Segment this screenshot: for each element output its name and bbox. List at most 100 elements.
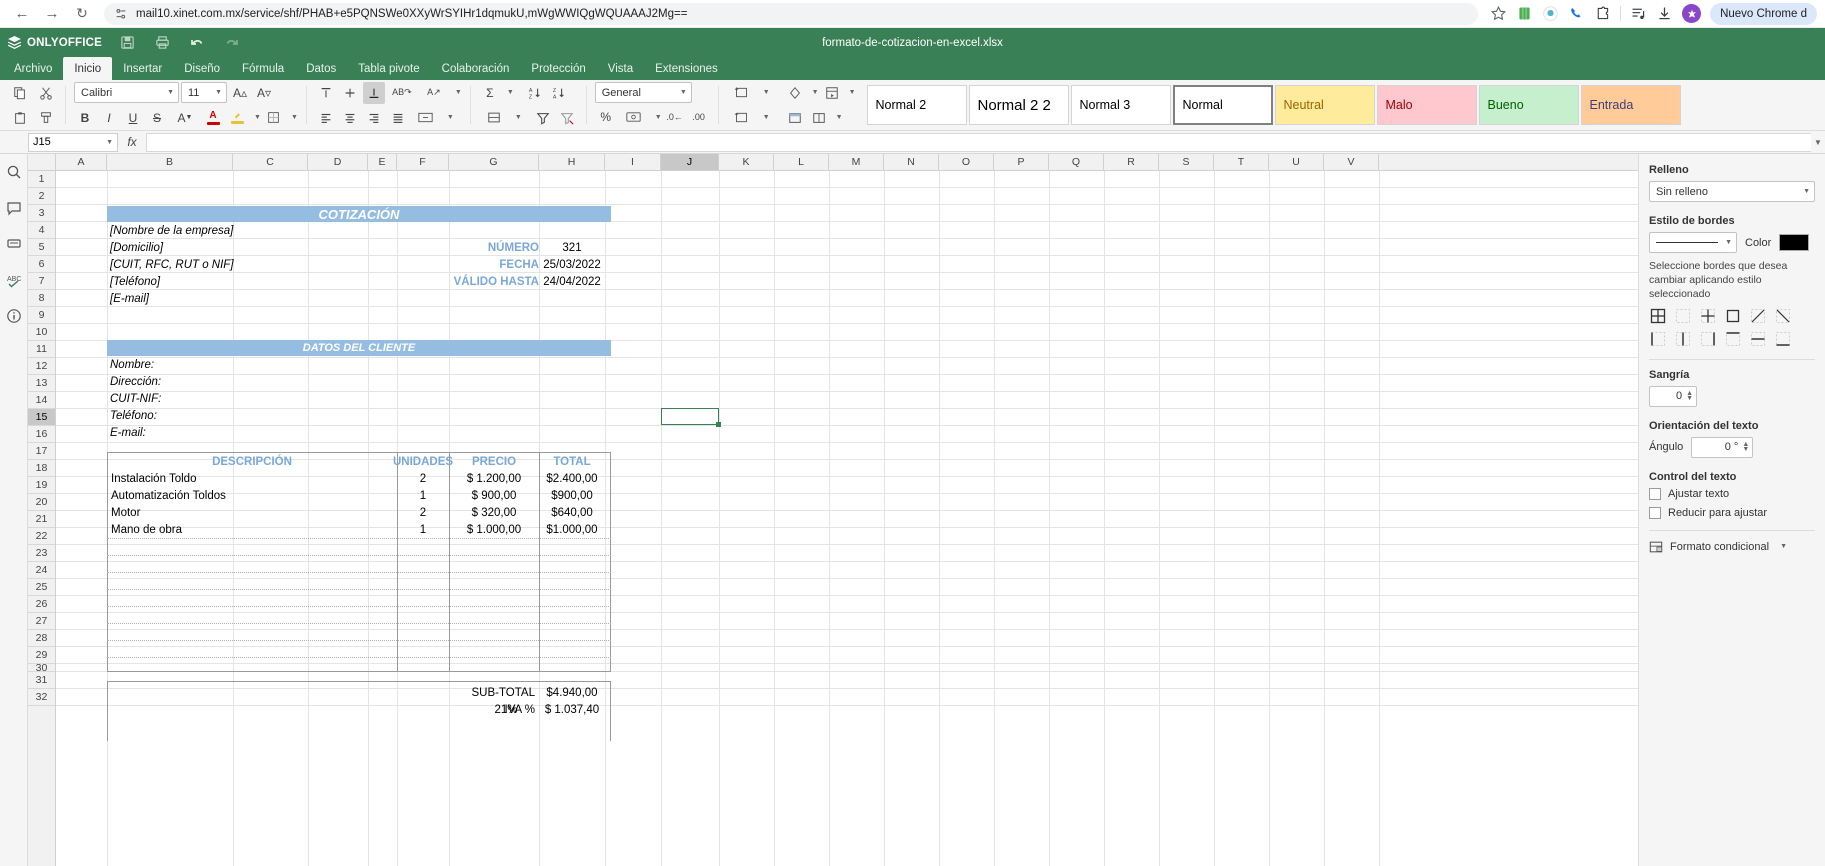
- indent-stepper[interactable]: 0 ▲ ▼: [1649, 385, 1697, 407]
- search-icon[interactable]: [4, 162, 24, 182]
- border-inner-vertical-icon[interactable]: [1674, 331, 1691, 348]
- row-header-23[interactable]: 23: [28, 545, 55, 562]
- wrap-text-row[interactable]: Ajustar texto: [1649, 487, 1815, 500]
- align-bottom-icon[interactable]: [362, 81, 385, 104]
- merge-cells-icon[interactable]: [411, 107, 441, 129]
- item-unidades[interactable]: 2: [397, 470, 449, 487]
- chevron-down-icon[interactable]: ▼: [455, 89, 462, 96]
- row-header-1[interactable]: 1: [28, 171, 55, 188]
- row-header-7[interactable]: 7: [28, 273, 55, 290]
- company-name-cell[interactable]: [Nombre de la empresa]: [110, 223, 310, 239]
- col-header-D[interactable]: D: [308, 154, 368, 170]
- increase-decimal-icon[interactable]: .00: [688, 106, 710, 128]
- active-cell-selection[interactable]: [661, 408, 721, 427]
- client-field-cuit-nif[interactable]: CUIT-NIF:: [110, 391, 310, 407]
- phone-icon[interactable]: [1568, 5, 1585, 22]
- meta-value-fecha[interactable]: 25/03/2022: [539, 257, 605, 273]
- style-malo[interactable]: Malo: [1376, 85, 1477, 125]
- item-total[interactable]: $640,00: [539, 504, 605, 521]
- align-left-icon[interactable]: [315, 107, 337, 129]
- chevron-down-icon[interactable]: ▼: [447, 114, 454, 121]
- style-normal-2-2[interactable]: Normal 2 2: [968, 85, 1069, 125]
- app-logo[interactable]: ONLYOFFICE: [7, 35, 111, 50]
- items-header-unidades[interactable]: UNIDADES: [393, 453, 453, 470]
- redo-icon[interactable]: [216, 30, 248, 56]
- forward-arrow-icon[interactable]: →: [38, 2, 66, 26]
- meta-label-fecha[interactable]: FECHA: [456, 257, 539, 273]
- row-header-11[interactable]: 11: [28, 341, 55, 358]
- item-unidades[interactable]: 2: [397, 504, 449, 521]
- row-header-21[interactable]: 21: [28, 511, 55, 528]
- tab-datos[interactable]: Datos: [295, 57, 347, 80]
- row-header-4[interactable]: 4: [28, 222, 55, 239]
- cells-canvas[interactable]: COTIZACIÓN [Nombre de la empresa] [Domic…: [56, 171, 1638, 866]
- bold-icon[interactable]: B: [74, 107, 96, 129]
- items-header-total[interactable]: TOTAL: [539, 453, 605, 470]
- chevron-down-icon[interactable]: ▼: [291, 114, 298, 121]
- row-header-24[interactable]: 24: [28, 562, 55, 579]
- font-family-select[interactable]: Calibri ▼: [74, 82, 179, 103]
- shrink-text-row[interactable]: Reducir para ajustar: [1649, 506, 1815, 519]
- back-arrow-icon[interactable]: ←: [8, 2, 36, 26]
- star-icon[interactable]: [1490, 5, 1507, 22]
- item-descripcion[interactable]: Automatización Toldos: [111, 487, 391, 504]
- font-size-select[interactable]: 11 ▼: [181, 82, 227, 103]
- chevron-down-icon[interactable]: ▼: [849, 89, 856, 96]
- sort-descending-icon[interactable]: Z A: [548, 82, 570, 104]
- row-header-12[interactable]: 12: [28, 358, 55, 375]
- client-field-direccion[interactable]: Dirección:: [110, 374, 310, 390]
- avatar[interactable]: [1682, 4, 1702, 23]
- item-total[interactable]: $900,00: [539, 487, 605, 504]
- subscript-superscript-icon[interactable]: A ▼: [170, 107, 200, 129]
- tab-archivo[interactable]: Archivo: [3, 57, 63, 80]
- company-phone-cell[interactable]: [Teléfono]: [110, 274, 310, 290]
- row-header-26[interactable]: 26: [28, 596, 55, 613]
- row-header-27[interactable]: 27: [28, 613, 55, 630]
- border-top-icon[interactable]: [1724, 331, 1741, 348]
- name-box[interactable]: J15 ▼: [28, 132, 118, 152]
- col-header-M[interactable]: M: [829, 154, 884, 170]
- row-header-22[interactable]: 22: [28, 528, 55, 545]
- chevron-down-icon[interactable]: ▼: [763, 114, 770, 121]
- clear-filter-icon[interactable]: [556, 107, 578, 129]
- item-precio[interactable]: $ 320,00: [449, 504, 539, 521]
- named-ranges-icon[interactable]: [821, 82, 843, 104]
- meta-value-valido-hasta[interactable]: 24/04/2022: [539, 274, 605, 290]
- align-justify-icon[interactable]: [387, 107, 409, 129]
- totals-rate-iva[interactable]: 21%: [476, 701, 536, 718]
- strikethrough-icon[interactable]: S: [146, 107, 168, 129]
- underline-icon[interactable]: U: [122, 107, 144, 129]
- wrap-text-checkbox[interactable]: [1649, 487, 1661, 500]
- align-center-icon[interactable]: [339, 107, 361, 129]
- border-none-icon[interactable]: [1674, 308, 1691, 325]
- border-diagonal-up-icon[interactable]: [1749, 308, 1766, 325]
- meta-label-valido-hasta[interactable]: VÁLIDO HASTA: [426, 274, 539, 290]
- conditional-format-row[interactable]: Formato condicional ▼: [1649, 540, 1815, 554]
- clear-formatting-icon[interactable]: [784, 82, 806, 104]
- client-field-nombre[interactable]: Nombre:: [110, 357, 310, 373]
- autosum-icon[interactable]: Σ: [479, 82, 501, 104]
- col-header-B[interactable]: B: [107, 154, 233, 170]
- row-header-2[interactable]: 2: [28, 188, 55, 205]
- item-descripcion[interactable]: Motor: [111, 504, 391, 521]
- item-precio[interactable]: $ 1.200,00: [449, 470, 539, 487]
- highlight-color-icon[interactable]: [226, 107, 248, 129]
- company-email-cell[interactable]: [E-mail]: [110, 291, 310, 307]
- fill-select[interactable]: Sin relleno ▼: [1649, 181, 1815, 202]
- address-bar[interactable]: mail10.xinet.com.mx/service/shf/PHAB+e5P…: [104, 2, 1479, 25]
- row-header-28[interactable]: 28: [28, 630, 55, 647]
- chevron-down-icon[interactable]: ▼: [1780, 543, 1787, 550]
- company-address-cell[interactable]: [Domicilio]: [110, 240, 310, 256]
- border-outer-icon[interactable]: [1724, 308, 1741, 325]
- stepper-arrows-icon[interactable]: ▲ ▼: [1686, 390, 1693, 402]
- col-header-J[interactable]: J: [661, 154, 719, 170]
- decrease-font-size-icon[interactable]: A▿: [253, 82, 275, 104]
- expand-formula-bar-icon[interactable]: ▼: [1811, 137, 1825, 147]
- undo-icon[interactable]: [181, 30, 213, 56]
- row-header-30[interactable]: 30: [28, 662, 55, 674]
- puzzle-extension-icon[interactable]: [1594, 5, 1611, 22]
- border-bottom-icon[interactable]: [1774, 331, 1791, 348]
- tab-inicio[interactable]: Inicio: [63, 57, 113, 80]
- shrink-text-checkbox[interactable]: [1649, 506, 1661, 519]
- row-header-16[interactable]: 16: [28, 426, 55, 443]
